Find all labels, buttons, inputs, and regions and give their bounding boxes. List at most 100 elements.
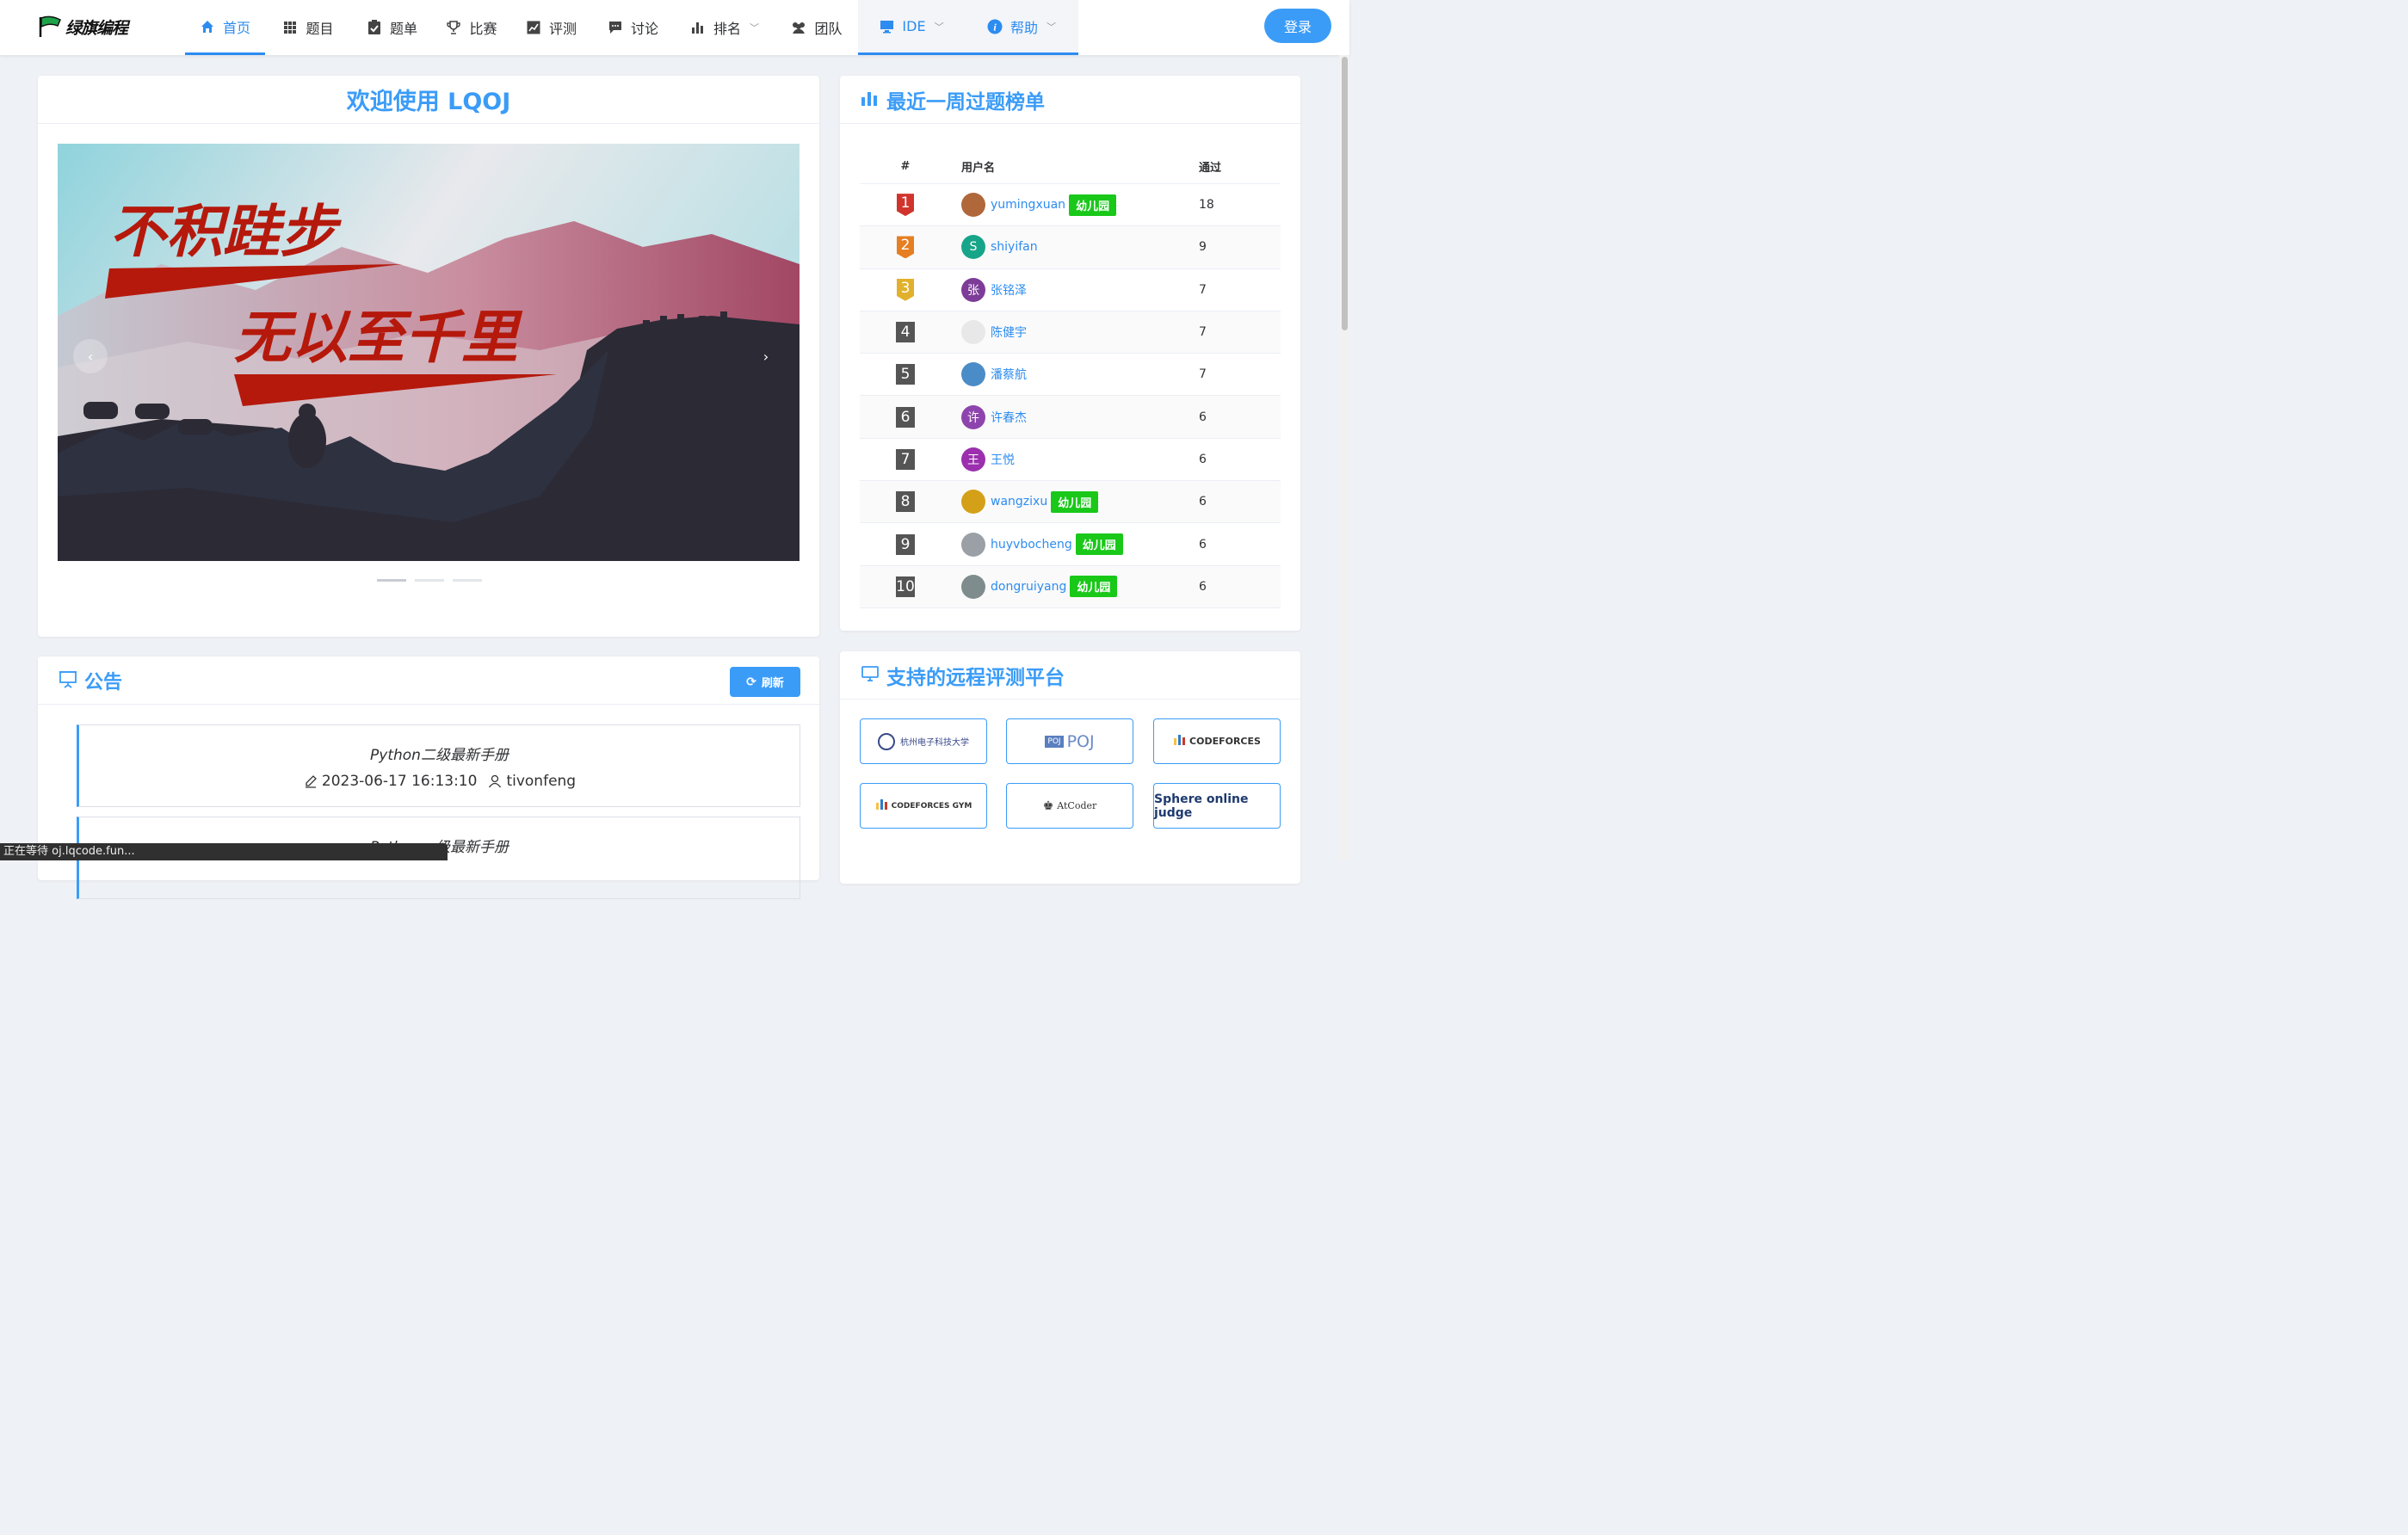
nav-ide[interactable]: IDE ﹀ — [858, 0, 965, 55]
rank-badge: 9 — [896, 533, 915, 555]
username-link[interactable]: 陈健宇 — [991, 324, 1027, 341]
avatar[interactable] — [961, 193, 985, 218]
ranking-row: 1 yumingxuan 幼儿园 18 — [860, 184, 1281, 227]
username-cell: huyvbocheng 幼儿园 — [951, 532, 1189, 557]
avatar[interactable]: S — [961, 235, 985, 260]
username-cell: dongruiyang 幼儿园 — [951, 574, 1189, 599]
username-link[interactable]: 王悦 — [991, 451, 1015, 468]
nav-help[interactable]: i 帮助 ﹀ — [965, 0, 1078, 55]
nav-home[interactable]: 首页 — [185, 0, 265, 55]
banner-line1: 不积跬步 — [109, 199, 342, 265]
banner-carousel[interactable]: 不积跬步 无以至千里 ‹ › — [58, 144, 800, 561]
column-header-rank: # — [900, 159, 911, 173]
nav-discussion[interactable]: 讨论 — [592, 0, 674, 55]
monitor-icon — [861, 665, 880, 686]
username-link[interactable]: dongruiyang — [991, 580, 1066, 594]
platform-codeforces-gym[interactable]: CODEFORCES GYM — [860, 783, 987, 829]
rank-badge: 3 — [897, 278, 914, 301]
home-icon — [200, 19, 215, 34]
platform-atcoder-label: AtCoder — [1057, 800, 1097, 811]
ranking-row: 2 Sshiyifan 9 — [860, 226, 1281, 269]
carousel-indicators — [377, 579, 491, 582]
avatar[interactable] — [961, 320, 985, 345]
nav-problems[interactable]: 题目 — [265, 0, 351, 55]
ranking-table-header: # 用户名 通过 — [860, 149, 1281, 184]
username-cell: Sshiyifan — [951, 235, 1189, 260]
passed-count: 18 — [1199, 198, 1214, 213]
username-link[interactable]: yumingxuan — [991, 198, 1065, 212]
scrollbar-thumb[interactable] — [1342, 57, 1348, 330]
ranking-row: 5 潘蔡航 7 — [860, 354, 1281, 397]
nav-contests-label: 比赛 — [469, 21, 497, 37]
platform-hdu[interactable]: 杭州电子科技大学 — [860, 718, 987, 764]
chevron-down-icon: ﹀ — [934, 21, 944, 33]
passed-count: 6 — [1199, 452, 1207, 466]
weekly-ranking-card: 最近一周过题榜单 # 用户名 通过 1 yumingxuan 幼儿园 18 2 Sshiy… — [840, 76, 1300, 631]
codeforces-bars-icon — [1173, 735, 1187, 748]
username-cell: 许许春杰 — [951, 404, 1189, 429]
refresh-button[interactable]: ⟳ 刷新 — [730, 667, 800, 697]
pencil-icon — [303, 774, 318, 789]
passed-count: 7 — [1199, 325, 1207, 340]
rank-badge: 1 — [897, 194, 914, 217]
platform-poj[interactable]: POJ POJ — [1006, 718, 1133, 764]
username-link[interactable]: 张铭泽 — [991, 281, 1027, 299]
avatar[interactable] — [961, 574, 985, 599]
username-link[interactable]: 潘蔡航 — [991, 366, 1027, 383]
passed-count: 6 — [1199, 495, 1207, 509]
avatar[interactable]: 许 — [961, 404, 985, 429]
welcome-card-header: 欢迎使用 LQOJ — [38, 76, 819, 124]
page-scrollbar[interactable] — [1339, 55, 1349, 860]
username-link[interactable]: wangzixu — [991, 495, 1047, 509]
chevron-down-icon: ﹀ — [750, 22, 759, 34]
nav-team[interactable]: 团队 — [775, 0, 858, 55]
avatar[interactable] — [961, 532, 985, 557]
username-link[interactable]: 许春杰 — [991, 409, 1027, 426]
carousel-indicator[interactable] — [377, 579, 406, 582]
banner-image: 不积跬步 无以至千里 — [58, 144, 800, 561]
carousel-next-button[interactable]: › — [757, 343, 775, 369]
ranking-row: 9 huyvbocheng 幼儿园 6 — [860, 523, 1281, 566]
notice-item-title[interactable]: Python二级最新手册 — [79, 743, 800, 764]
platform-codeforces[interactable]: CODEFORCES — [1153, 718, 1281, 764]
username-link[interactable]: shiyifan — [991, 240, 1038, 254]
column-header-passed: 通过 — [1199, 161, 1222, 175]
welcome-title: 欢迎使用 LQOJ — [346, 89, 511, 115]
platform-spoj[interactable]: Sphere online judge — [1153, 783, 1281, 829]
avatar[interactable] — [961, 362, 985, 387]
nav-problems-label: 题目 — [306, 21, 334, 37]
ranking-row: 7 王王悦 6 — [860, 439, 1281, 482]
ranking-table: # 用户名 通过 1 yumingxuan 幼儿园 18 2 Sshiyifan 9 3 张张铭… — [860, 149, 1281, 608]
passed-count: 6 — [1199, 410, 1207, 424]
passed-count: 6 — [1199, 579, 1207, 594]
site-logo[interactable]: 绿旗编程 — [38, 14, 128, 40]
nav-problemsets[interactable]: 题单 — [351, 0, 433, 55]
avatar[interactable]: 王 — [961, 447, 985, 472]
codeforces-bars-icon — [875, 799, 889, 812]
username-link[interactable]: huyvbocheng — [991, 538, 1072, 552]
rank-badge: 4 — [896, 322, 915, 343]
avatar[interactable] — [961, 490, 985, 515]
remote-title: 支持的远程评测平台 — [886, 666, 1065, 689]
nav-ranking[interactable]: 排名 ﹀ — [674, 0, 775, 55]
user-level-tag: 幼儿园 — [1069, 194, 1117, 216]
nav-contests[interactable]: 比赛 — [433, 0, 510, 55]
nav-problemsets-label: 题单 — [389, 21, 417, 37]
nav-home-label: 首页 — [222, 19, 250, 36]
username-cell: yumingxuan 幼儿园 — [951, 193, 1189, 218]
carousel-indicator[interactable] — [453, 579, 482, 582]
rank-badge: 2 — [897, 236, 914, 259]
nav-status[interactable]: 评测 — [510, 0, 592, 55]
username-cell: 陈健宇 — [951, 320, 1189, 345]
chat-icon — [608, 20, 623, 35]
refresh-icon: ⟳ — [746, 675, 756, 689]
carousel-prev-button[interactable]: ‹ — [73, 339, 108, 373]
nav-ide-label: IDE — [902, 18, 926, 34]
avatar[interactable]: 张 — [961, 277, 985, 302]
carousel-indicator[interactable] — [415, 579, 444, 582]
notice-item[interactable]: Python二级最新手册 2023-06-17 16:13:10 tivonfe… — [77, 724, 800, 807]
platform-atcoder[interactable]: ♚ AtCoder — [1006, 783, 1133, 829]
login-button[interactable]: 登录 — [1264, 9, 1331, 43]
chart-line-icon — [526, 20, 541, 35]
ranking-row: 4 陈健宇 7 — [860, 311, 1281, 354]
